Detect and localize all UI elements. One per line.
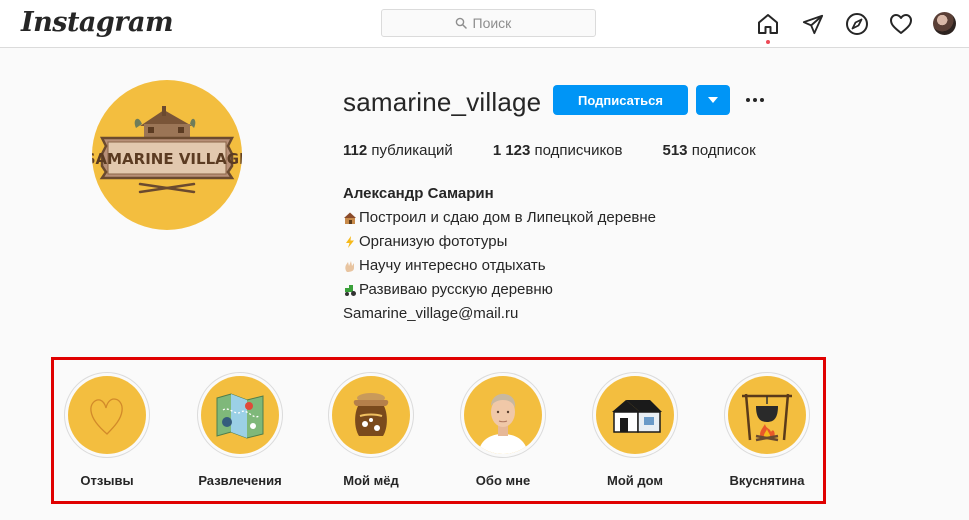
highlight-ring xyxy=(592,372,678,458)
man-portrait-icon xyxy=(478,393,528,454)
profile-picture[interactable]: SAMARINE VILLAGE xyxy=(92,80,242,230)
highlight-entertainment[interactable]: Развлечения xyxy=(196,372,284,488)
samarine-village-logo: SAMARINE VILLAGE xyxy=(92,106,242,194)
profile-bio: Александр Самарин Построил и сдаю дом в … xyxy=(343,182,656,326)
following-count[interactable]: 513 подписок xyxy=(663,142,756,159)
instagram-logo[interactable]: Instagram xyxy=(21,7,174,38)
highlight-cover xyxy=(728,376,806,454)
suggested-accounts-dropdown-button[interactable] xyxy=(696,85,730,115)
search-input[interactable] xyxy=(472,15,523,31)
hand-emoji-icon xyxy=(345,261,354,272)
highlight-cover xyxy=(332,376,410,454)
highlight-label: Развлечения xyxy=(198,473,282,488)
more-options-button[interactable] xyxy=(742,90,768,110)
house-icon xyxy=(612,400,662,433)
logo-text: SAMARINE VILLAGE xyxy=(92,150,242,168)
search-icon xyxy=(455,17,467,29)
highlight-cover xyxy=(68,376,146,454)
highlight-label: Отзывы xyxy=(80,473,134,488)
highlights-annotation-frame xyxy=(51,357,826,504)
highlight-label: Мой дом xyxy=(606,473,663,488)
bio-line: Организую фототуры xyxy=(343,230,656,254)
heart-outline-icon xyxy=(90,398,123,435)
search-box[interactable] xyxy=(381,9,596,37)
chevron-down-icon xyxy=(708,97,718,103)
house-emoji-icon xyxy=(344,212,356,224)
highlight-ring xyxy=(64,372,150,458)
profile-full-name: Александр Самарин xyxy=(343,185,494,202)
highlight-my-honey[interactable]: Мой мёд xyxy=(327,372,415,488)
bio-line: Развиваю русскую деревню xyxy=(343,278,656,302)
highlight-cover xyxy=(596,376,674,454)
highlight-my-house[interactable]: Мой дом xyxy=(591,372,679,488)
posts-count: 112 публикаций xyxy=(343,142,453,159)
top-navigation-bar: Instagram xyxy=(0,0,969,48)
highlight-ring xyxy=(460,372,546,458)
highlight-cover xyxy=(464,376,542,454)
lightning-emoji-icon xyxy=(346,236,354,248)
more-dot-icon xyxy=(760,98,764,102)
profile-email: Samarine_village@mail.ru xyxy=(343,305,519,322)
highlight-tasty-food[interactable]: Вкуснятина xyxy=(723,372,811,488)
more-dot-icon xyxy=(746,98,750,102)
highlight-label: Мой мёд xyxy=(343,473,399,488)
bio-line: Построил и сдаю дом в Липецкой деревне xyxy=(343,206,656,230)
activity-heart-icon[interactable] xyxy=(888,11,914,37)
map-icon xyxy=(216,393,264,439)
highlight-label: Вкуснятина xyxy=(729,473,805,488)
highlight-cover xyxy=(201,376,279,454)
highlight-about-me[interactable]: Обо мне xyxy=(459,372,547,488)
follow-button[interactable]: Подписаться xyxy=(553,85,688,115)
campfire-pot-icon xyxy=(742,393,792,442)
notification-dot xyxy=(766,40,770,44)
more-dot-icon xyxy=(753,98,757,102)
tractor-emoji-icon xyxy=(345,285,356,296)
followers-count[interactable]: 1 123 подписчиков xyxy=(493,142,623,159)
profile-username: samarine_village xyxy=(343,87,542,117)
highlight-ring xyxy=(328,372,414,458)
home-icon[interactable] xyxy=(755,11,781,37)
highlight-ring xyxy=(724,372,810,458)
direct-message-icon[interactable] xyxy=(800,11,826,37)
profile-stats: 112 публикаций 1 123 подписчиков 513 под… xyxy=(343,142,796,159)
highlight-label: Обо мне xyxy=(475,473,531,488)
honey-jar-icon xyxy=(353,393,389,436)
highlight-ring xyxy=(197,372,283,458)
bio-line: Научу интересно отдыхать xyxy=(343,254,656,278)
user-avatar[interactable] xyxy=(933,12,956,35)
explore-compass-icon[interactable] xyxy=(844,11,870,37)
highlight-reviews[interactable]: Отзывы xyxy=(63,372,151,488)
